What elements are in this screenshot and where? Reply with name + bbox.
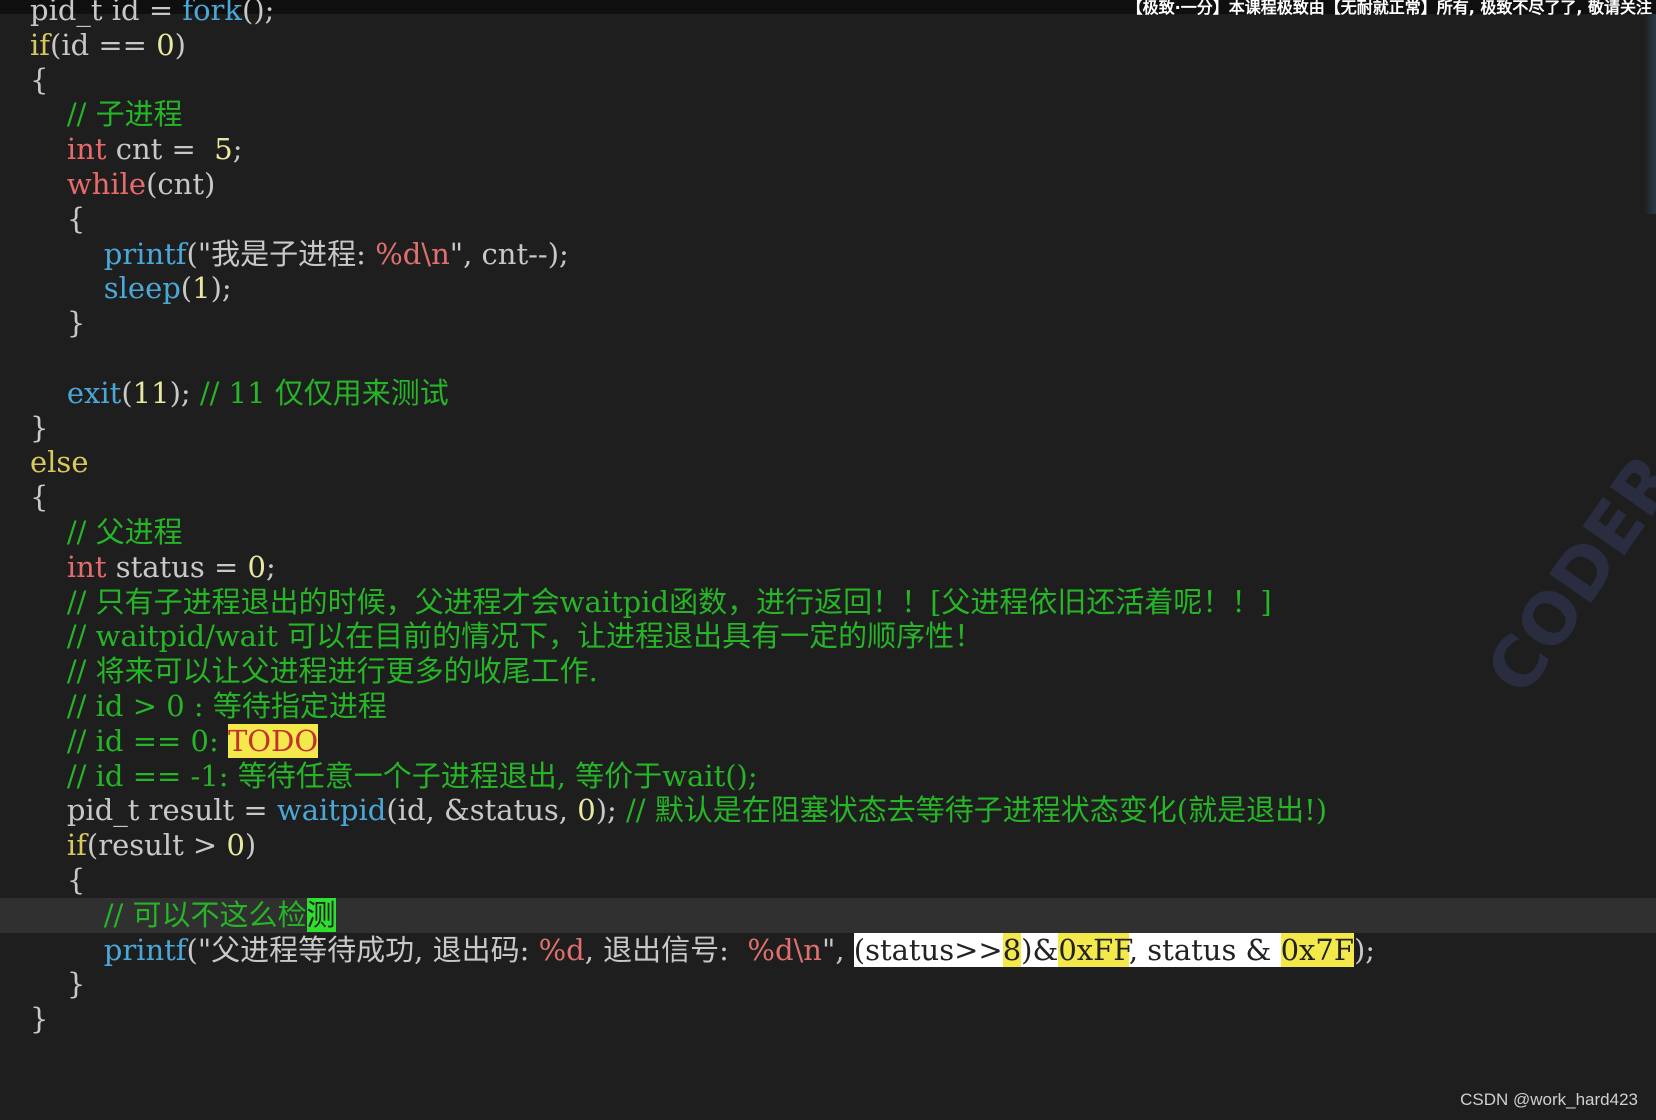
- todo-highlight: TODO: [227, 723, 319, 758]
- code-line-15: {: [30, 480, 49, 515]
- code-line-27-current[interactable]: // 可以不这么检测: [0, 897, 1656, 933]
- code-line-1: pid_t id = fork();: [30, 0, 275, 27]
- code-line-18: // 只有子进程退出的时候，父进程才会waitpid函数，进行返回！！[父进程依…: [30, 584, 1272, 619]
- code-line-5: int cnt = 5;: [66, 132, 243, 167]
- code-line-12: exit(11); // 11 仅仅用来测试: [66, 375, 449, 410]
- code-line-16: // 父进程: [30, 514, 183, 549]
- code-line-20: // 将来可以让父进程进行更多的收尾工作.: [30, 654, 598, 689]
- code-line-23: // id == -1: 等待任意一个子进程退出, 等价于wait();: [30, 758, 758, 793]
- code-line-14: else: [30, 445, 89, 480]
- search-match-highlight: (status>>8)&0xFF, status & 0x7F: [853, 932, 1354, 967]
- code-line-2: if(id == 0): [30, 27, 186, 62]
- code-line-4: // 子进程: [30, 97, 183, 132]
- text-cursor: 测: [306, 897, 336, 932]
- code-line-24: pid_t result = waitpid(id, &status, 0); …: [30, 793, 1328, 828]
- code-line-9: sleep(1);: [103, 271, 232, 306]
- code-line-25: if(result > 0): [66, 828, 257, 863]
- code-line-26: {: [30, 862, 86, 897]
- code-line-21: // id > 0 : 等待指定进程: [30, 688, 387, 723]
- code-line-19: // waitpid/wait 可以在目前的情况下，让进程退出具有一定的顺序性！: [30, 619, 984, 654]
- code-editor[interactable]: pid_t id = fork(); if(id == 0) { // 子进程 …: [0, 0, 1656, 1037]
- code-line-22: // id == 0: TODO: [30, 723, 319, 758]
- code-line-3: {: [30, 62, 49, 97]
- code-line-30: }: [30, 1002, 49, 1037]
- csdn-credit: CSDN @work_hard423: [1460, 1090, 1638, 1109]
- code-line-10: }: [30, 306, 86, 341]
- code-line-7: {: [30, 201, 86, 236]
- code-line-28: printf("父进程等待成功, 退出码: %d, 退出信号: %d\n", (…: [103, 932, 1376, 967]
- code-line-6: while(cnt): [66, 166, 216, 201]
- code-line-29: }: [30, 967, 86, 1002]
- code-line-8: printf("我是子进程: %d\n", cnt--);: [103, 236, 569, 271]
- code-line-17: int status = 0;: [66, 549, 276, 584]
- code-line-13: }: [30, 410, 49, 445]
